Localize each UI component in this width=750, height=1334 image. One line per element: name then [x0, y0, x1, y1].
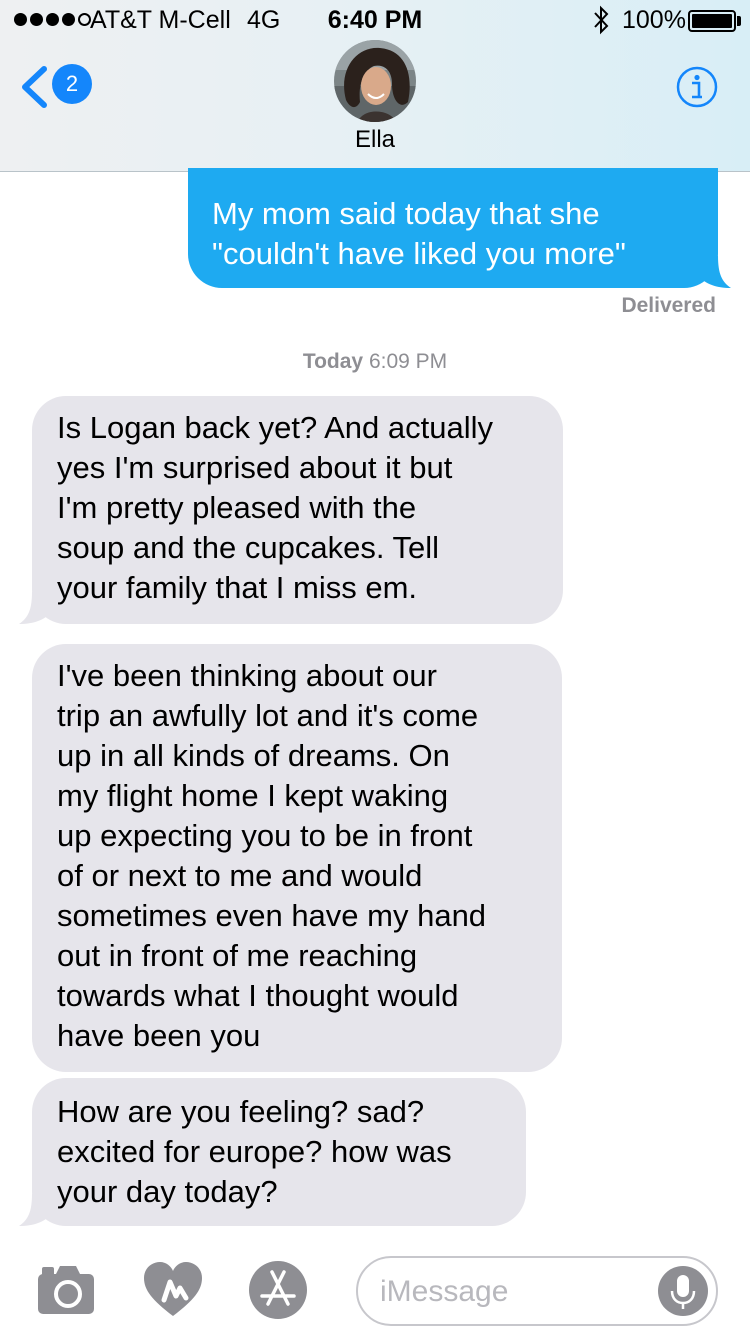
delivery-status: Delivered [621, 294, 716, 317]
microphone-icon [670, 1275, 696, 1309]
digital-touch-icon[interactable] [142, 1260, 204, 1320]
contact-name[interactable]: Ella [0, 126, 750, 154]
message-line: of or next to me and would [57, 858, 423, 893]
sent-message-bubble[interactable]: My mom said today that she "couldn't hav… [188, 168, 718, 288]
message-input-bar [0, 1240, 750, 1334]
unread-count-badge: 2 [52, 64, 92, 104]
message-line: sometimes even have my hand [57, 898, 487, 933]
message-line: trip an awfully lot and it's come [57, 698, 479, 733]
timestamp-time: 6:09 PM [368, 350, 448, 373]
app-store-icon[interactable] [248, 1260, 308, 1320]
message-field[interactable] [356, 1256, 718, 1326]
received-message-bubble[interactable]: I've been thinking about our trip an awf… [32, 644, 562, 1072]
battery-percent: 100% [622, 6, 686, 34]
message-line: excited for europe? how was [57, 1134, 452, 1169]
message-line: I've been thinking about our [57, 658, 437, 693]
message-line: have been you [57, 1018, 261, 1053]
message-line: up in all kinds of dreams. On [57, 738, 450, 773]
sent-bubble-tail [698, 256, 731, 288]
received-bubble-tail [19, 592, 52, 624]
battery-icon [688, 10, 736, 32]
received-message-bubble[interactable]: Is Logan back yet? And actually yes I'm … [32, 396, 563, 624]
camera-icon[interactable] [36, 1264, 96, 1316]
message-line: I'm pretty pleased with the [57, 490, 417, 525]
conversation-header: AT&T M-Cell 4G 6:40 PM 100% 2 Ella [0, 0, 750, 172]
microphone-button[interactable] [658, 1266, 708, 1316]
message-line: my flight home I kept waking [57, 778, 449, 813]
message-line: My mom said today that she [212, 196, 600, 231]
back-button[interactable]: 2 [20, 62, 100, 112]
message-line: towards what I thought would [57, 978, 459, 1013]
bluetooth-icon [594, 5, 609, 35]
message-line: up expecting you to be in front [57, 818, 473, 853]
message-line: How are you feeling? sad? [57, 1094, 425, 1129]
message-line: out in front of me reaching [57, 938, 418, 973]
message-input[interactable] [380, 1272, 650, 1312]
message-line: Is Logan back yet? And actually [57, 410, 494, 445]
message-line: your day today? [57, 1174, 278, 1209]
timestamp-day: Today [302, 350, 364, 373]
battery-nub [737, 16, 741, 26]
conversation-timestamp: Today 6:09 PM [0, 350, 750, 374]
message-line: your family that I miss em. [57, 570, 418, 605]
avatar-photo [334, 40, 416, 122]
received-bubble-tail [19, 1194, 52, 1226]
message-line: "couldn't have liked you more" [212, 236, 626, 271]
contact-avatar[interactable] [334, 40, 416, 122]
received-message-bubble[interactable]: How are you feeling? sad? excited for eu… [32, 1078, 526, 1226]
info-icon[interactable] [676, 66, 718, 108]
message-line: yes I'm surprised about it but [57, 450, 453, 485]
back-chevron-icon [22, 66, 47, 108]
message-line: soup and the cupcakes. Tell [57, 530, 440, 565]
status-bar: AT&T M-Cell 4G 6:40 PM 100% [0, 0, 750, 40]
